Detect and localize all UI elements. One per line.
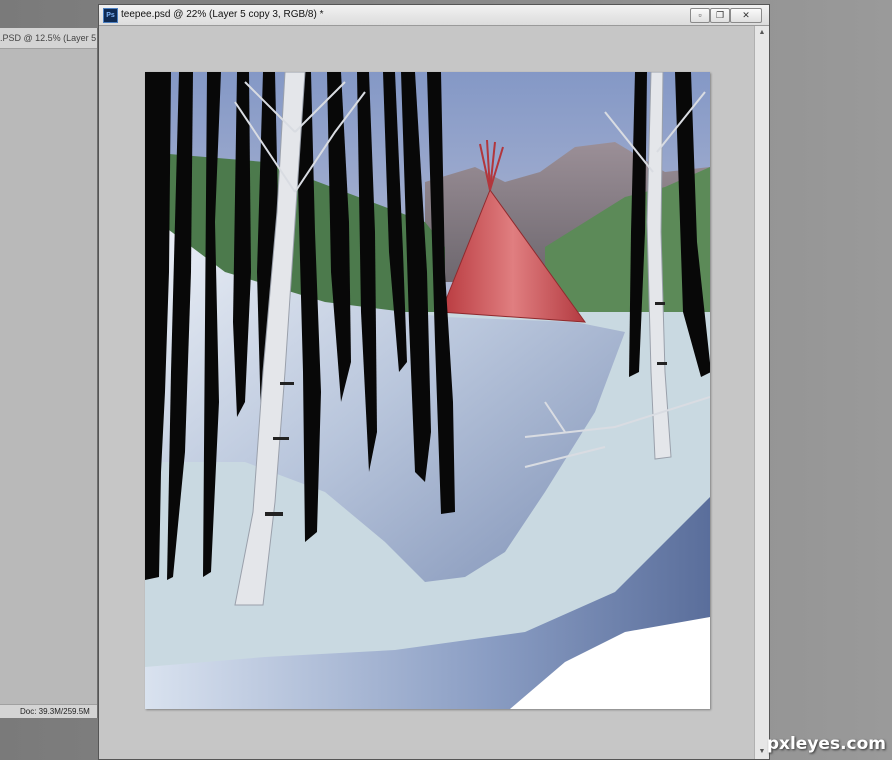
restore-icon: ❐ bbox=[715, 10, 725, 20]
background-document-window[interactable]: .PSD @ 12.5% (Layer 5 Doc: 39.3M/259.5M bbox=[0, 28, 98, 718]
vertical-scrollbar[interactable]: ▲ ▼ bbox=[754, 26, 769, 759]
close-button[interactable]: ✕ bbox=[730, 8, 762, 23]
document-canvas[interactable] bbox=[145, 72, 710, 709]
doc-size-status: Doc: 39.3M/259.5M bbox=[0, 704, 97, 718]
document-title: teepee.psd @ 22% (Layer 5 copy 3, RGB/8)… bbox=[121, 9, 324, 20]
minimize-icon: ▫ bbox=[698, 10, 702, 20]
teepee-artwork bbox=[145, 72, 710, 709]
scroll-up-icon[interactable]: ▲ bbox=[755, 26, 769, 40]
document-titlebar[interactable]: Ps teepee.psd @ 22% (Layer 5 copy 3, RGB… bbox=[99, 5, 769, 26]
background-document-tab[interactable]: .PSD @ 12.5% (Layer 5 bbox=[0, 28, 97, 49]
minimize-button[interactable]: ▫ bbox=[690, 8, 710, 23]
pxleyes-watermark: pxleyes.com bbox=[766, 734, 886, 754]
photoshop-app-icon: Ps bbox=[103, 8, 118, 23]
close-icon: ✕ bbox=[742, 10, 750, 20]
restore-button[interactable]: ❐ bbox=[710, 8, 730, 23]
